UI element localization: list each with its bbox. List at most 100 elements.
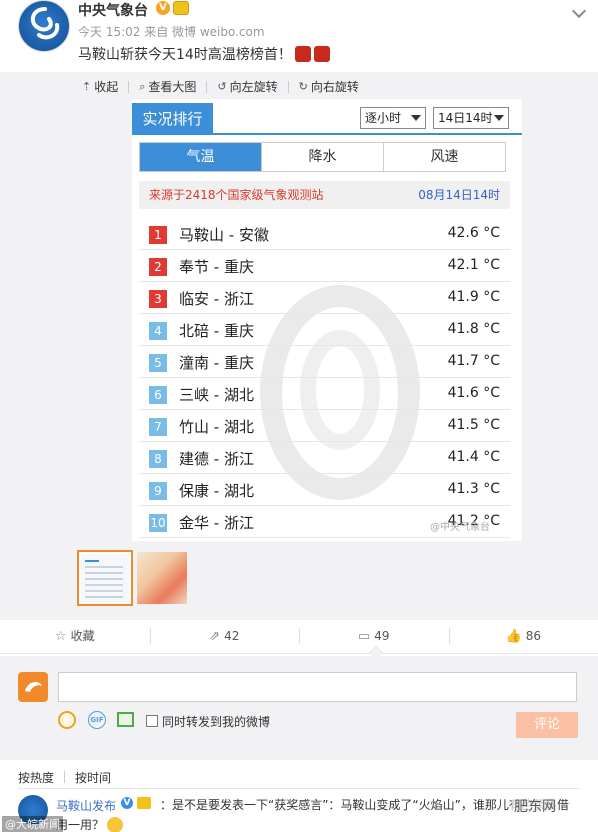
time-select-value: 14日14时 — [438, 111, 493, 125]
collapse-button[interactable]: ⇡ 收起 — [78, 78, 122, 95]
comment-count: 49 — [374, 629, 390, 643]
station-name: 竹山 - 湖北 — [179, 418, 254, 436]
rotate-left-button[interactable]: ↺ 向左旋转 — [213, 78, 281, 95]
temperature-value: 41.4 °C — [447, 449, 500, 465]
comment-icon: ▭ — [357, 629, 371, 644]
thumb-line — [85, 560, 99, 562]
forward-checkbox[interactable] — [146, 715, 158, 727]
source-bar: 来源于2418个国家级气象观测站 08月14日14时 — [139, 181, 510, 209]
ranking-title: 实况排行 — [132, 103, 213, 135]
rotate-right-button[interactable]: ↻ 向右旋转 — [295, 78, 363, 95]
rotate-left-icon: ↺ — [217, 80, 227, 93]
station-name: 保康 - 湖北 — [179, 482, 254, 500]
favorite-button[interactable]: ☆ 收藏 — [0, 620, 150, 653]
source-text: 来源于2418个国家级气象观测站 — [149, 188, 324, 202]
comment-input[interactable] — [58, 672, 577, 702]
rotate-right-icon: ↻ — [298, 80, 308, 93]
post-text-content: 马鞍山斩获今天14时高温榜榜首！ — [78, 47, 292, 63]
thumbnail-map[interactable] — [137, 552, 187, 604]
interval-select-value: 逐小时 — [365, 111, 402, 125]
view-large-label: 查看大图 — [148, 80, 197, 94]
thumb-line — [85, 566, 123, 568]
forward-button[interactable]: ⇗ 42 — [149, 620, 300, 653]
rank-badge: 10 — [149, 514, 167, 532]
thumbnail-selected[interactable] — [77, 550, 133, 606]
like-count: 86 — [525, 629, 541, 643]
station-name: 奉节 - 重庆 — [179, 258, 254, 276]
member-crown-icon — [173, 1, 189, 15]
temperature-value: 42.6 °C — [447, 225, 500, 241]
select-caret-icon — [494, 115, 504, 121]
view-large-button[interactable]: ⌕ 查看大图 — [135, 78, 200, 95]
temperature-value: 41.5 °C — [447, 417, 500, 433]
thumb-line — [85, 584, 123, 586]
interval-select: 逐小时 — [360, 107, 426, 129]
temperature-value: 41.6 °C — [447, 385, 500, 401]
post-meta: 今天 15:02 来自 微博 weibo.com — [78, 25, 265, 39]
temperature-value: 41.3 °C — [447, 481, 500, 497]
station-name: 三峡 - 湖北 — [179, 386, 254, 404]
comment-text-line2: 用一用？ — [56, 818, 105, 832]
laughing-emoji-icon — [107, 817, 124, 832]
gif-icon[interactable]: GIF — [88, 711, 106, 729]
comment-text: ：是不是要发表一下“获奖感言”：马鞍山变成了“火焰山”，谁那儿有芭蕉扇借 — [160, 798, 569, 812]
rotate-left-label: 向左旋转 — [229, 80, 278, 94]
site-watermark: 肥东网 — [512, 796, 558, 816]
rank-badge: 2 — [149, 258, 167, 276]
ranking-row: 3 临安 - 浙江 41.9 °C — [139, 282, 510, 314]
firecracker-emoji-icon — [313, 46, 330, 62]
tab-wind-speed: 风速 — [430, 149, 459, 165]
ranking-row: 1 马鞍山 - 安徽 42.6 °C — [139, 218, 510, 250]
observation-time: 08月14日14时 — [418, 188, 500, 202]
rank-badge: 7 — [149, 418, 167, 436]
ranking-list: 1 马鞍山 - 安徽 42.6 °C 2 奉节 - 重庆 42.1 °C 3 临安 - 浙江 4… — [139, 218, 510, 538]
comment-text-continued: 用一用？ — [56, 816, 124, 832]
author-avatar[interactable] — [18, 0, 70, 52]
forward-count: 42 — [224, 629, 240, 643]
rotate-right-label: 向右旋转 — [310, 80, 359, 94]
divider — [18, 788, 580, 789]
rank-badge: 5 — [149, 354, 167, 372]
ranking-row: 7 竹山 - 湖北 41.5 °C — [139, 410, 510, 442]
rank-badge: 6 — [149, 386, 167, 404]
temperature-value: 41.8 °C — [447, 321, 500, 337]
sort-divider — [64, 771, 66, 783]
thumb-line — [85, 596, 123, 598]
station-name: 临安 - 浙江 — [179, 290, 254, 308]
forward-checkbox-label: 同时转发到我的微博 — [162, 715, 271, 729]
ranking-row: 2 奉节 - 重庆 42.1 °C — [139, 250, 510, 282]
station-name: 马鞍山 - 安徽 — [179, 226, 269, 244]
station-name: 潼南 - 重庆 — [179, 354, 254, 372]
forward-icon: ⇗ — [209, 629, 221, 644]
temperature-value: 41.7 °C — [447, 353, 500, 369]
thumb-line — [85, 572, 123, 574]
verified-icon: V — [121, 797, 133, 809]
sort-by-heat[interactable]: 按热度 — [18, 769, 54, 786]
toolbar-divider — [287, 81, 289, 93]
magnifier-icon: ⌕ — [139, 79, 146, 93]
station-name: 北碚 - 重庆 — [179, 322, 254, 340]
image-upload-icon[interactable] — [117, 712, 134, 727]
favorite-label: 收藏 — [70, 629, 95, 643]
commenter-name[interactable]: 马鞍山发布 — [56, 797, 116, 814]
tab-precipitation: 降水 — [262, 143, 384, 171]
rank-badge: 8 — [149, 450, 167, 468]
star-icon: ☆ — [54, 629, 67, 644]
member-crown-icon — [137, 797, 151, 809]
rank-badge: 4 — [149, 322, 167, 340]
collapse-label: 收起 — [94, 80, 119, 94]
like-button[interactable]: 👍 86 — [448, 620, 598, 653]
thumb-line — [85, 578, 123, 580]
sort-by-time[interactable]: 按时间 — [75, 769, 111, 786]
temperature-value: 42.1 °C — [447, 257, 500, 273]
current-user-avatar[interactable] — [18, 672, 48, 702]
temperature-value: 41.9 °C — [447, 289, 500, 305]
comment-submit-button[interactable]: 评论 — [516, 712, 578, 738]
comment-sort: 按热度 按时间 — [18, 769, 111, 786]
time-select: 14日14时 — [433, 107, 509, 129]
rank-badge: 1 — [149, 226, 167, 244]
author-name[interactable]: 中央气象台 — [78, 0, 148, 20]
emoji-icon[interactable] — [58, 711, 76, 729]
rank-badge: 9 — [149, 482, 167, 500]
more-options-chevron-icon[interactable] — [571, 3, 587, 19]
